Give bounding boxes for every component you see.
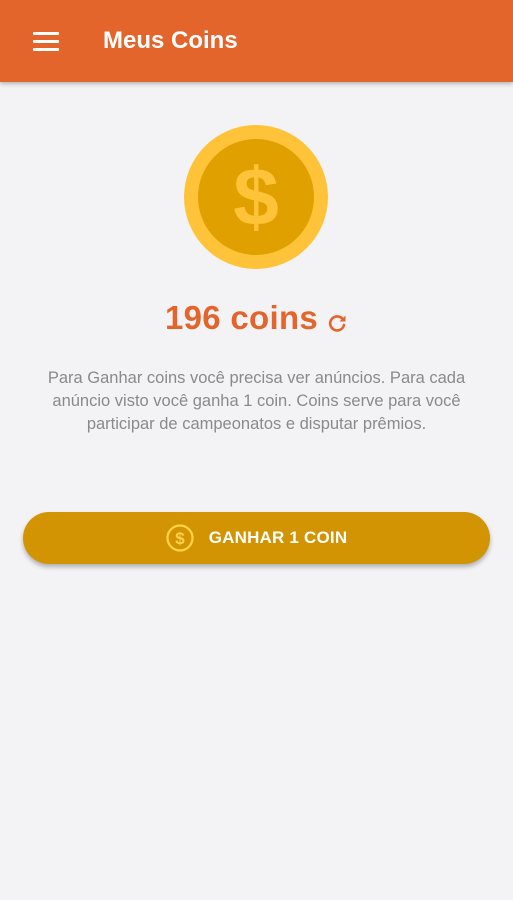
svg-text:$: $ — [175, 529, 185, 548]
info-text: Para Ganhar coins você precisa ver anúnc… — [47, 369, 466, 433]
earn-coin-button-label: GANHAR 1 COIN — [208, 528, 348, 547]
menu-button[interactable] — [20, 22, 72, 62]
coin-balance-text: 196 coins — [164, 299, 319, 336]
svg-text:$: $ — [233, 152, 279, 243]
hamburger-menu-icon — [33, 32, 59, 52]
earn-coin-button[interactable]: $ GANHAR 1 COIN — [23, 512, 490, 564]
app-bar: Meus Coins — [0, 0, 513, 82]
dollar-coin-icon: $ — [184, 125, 328, 269]
coin-balance: 196 coins — [0, 299, 513, 337]
refresh-icon[interactable] — [326, 312, 348, 334]
dollar-circle-icon: $ — [166, 524, 194, 552]
page-title: Meus Coins — [103, 27, 238, 54]
